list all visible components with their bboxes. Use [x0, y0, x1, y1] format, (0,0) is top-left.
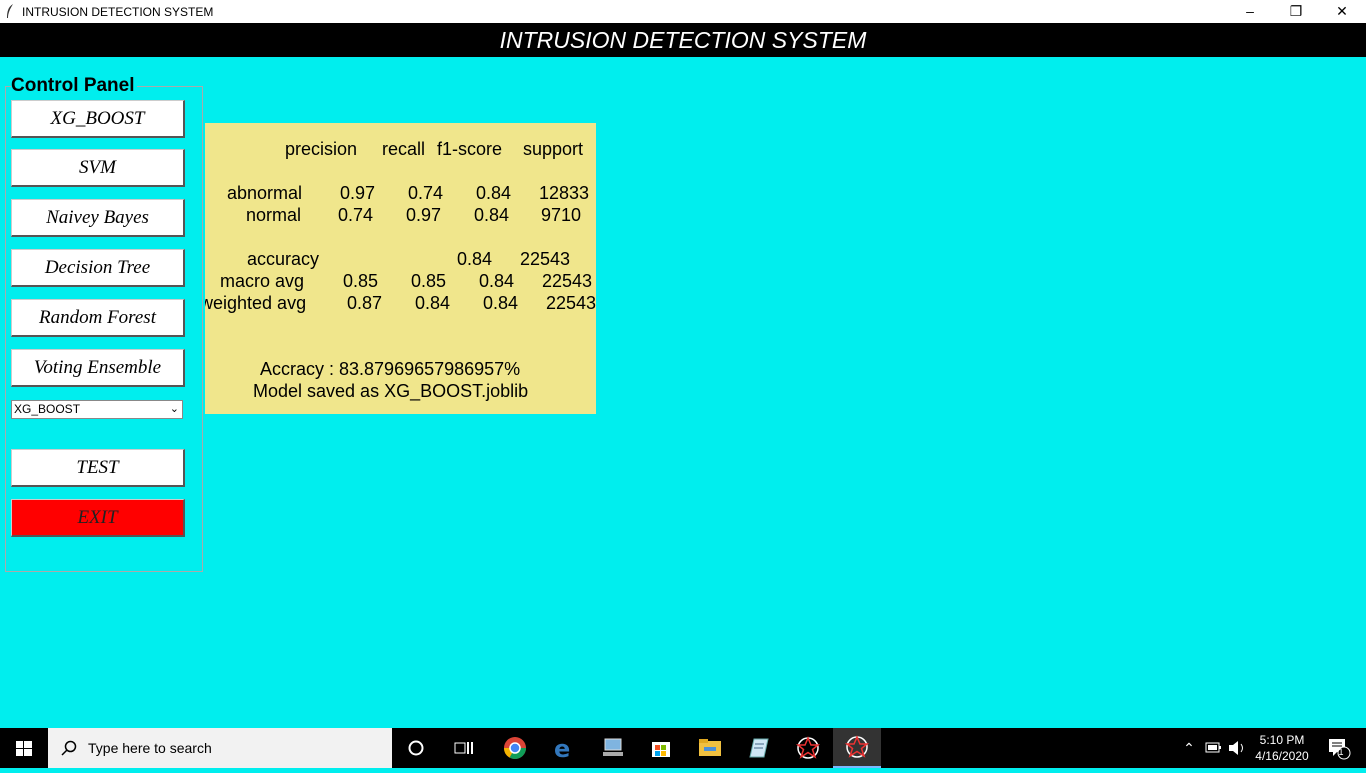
header-precision: precision — [285, 139, 358, 159]
header-f1-score: f1-score — [437, 139, 503, 159]
app-banner: INTRUSION DETECTION SYSTEM — [0, 23, 1366, 57]
weighted-avg-f1: 0.84 — [483, 293, 519, 313]
svm-button[interactable]: SVM — [11, 149, 185, 187]
clock-date: 4/16/2020 — [1255, 749, 1309, 763]
random-forest-button[interactable]: Random Forest — [11, 299, 185, 337]
taskbar: Type here to search e ⌃ 5:10 PM 4/16/202… — [0, 728, 1366, 768]
macro-avg-support: 22543 — [542, 271, 593, 291]
chrome-icon[interactable] — [491, 728, 539, 768]
clock-time: 5:10 PM — [1259, 733, 1305, 747]
battery-icon[interactable] — [1203, 728, 1223, 768]
row-f1: 0.84 — [474, 205, 510, 225]
notification-count: 1 — [1338, 747, 1344, 757]
start-button[interactable] — [0, 728, 48, 768]
naive-bayes-button[interactable]: Naivey Bayes — [11, 199, 185, 237]
weighted-avg-recall: 0.84 — [415, 293, 451, 313]
chevron-down-icon[interactable]: ⌄ — [170, 401, 179, 418]
row-f1: 0.84 — [476, 183, 512, 203]
row-label: normal — [246, 205, 302, 225]
header-support: support — [523, 139, 584, 159]
window-titlebar: INTRUSION DETECTION SYSTEM – ❐ ✕ — [0, 0, 1366, 23]
python-app-icon[interactable] — [784, 728, 832, 768]
action-center-button[interactable]: 1 — [1318, 728, 1358, 768]
close-button[interactable]: ✕ — [1319, 0, 1365, 23]
row-support: 12833 — [539, 183, 590, 203]
window-title: INTRUSION DETECTION SYSTEM — [22, 5, 214, 19]
chevron-up-icon[interactable]: ⌃ — [1180, 728, 1198, 768]
macro-avg-recall: 0.85 — [411, 271, 447, 291]
taskbar-search[interactable]: Type here to search — [48, 728, 392, 768]
search-placeholder: Type here to search — [88, 740, 212, 756]
file-explorer-icon[interactable] — [686, 728, 734, 768]
feather-icon — [7, 4, 13, 18]
model-select[interactable]: XG_BOOST ⌄ — [11, 400, 183, 419]
macro-avg-precision: 0.85 — [343, 271, 379, 291]
voting-ensemble-button[interactable]: Voting Ensemble — [11, 349, 185, 387]
row-precision: 0.74 — [338, 205, 374, 225]
control-panel-title: Control Panel — [11, 75, 137, 97]
network-computer-icon[interactable] — [589, 728, 637, 768]
notepad-icon[interactable] — [735, 728, 783, 768]
search-icon — [61, 740, 77, 756]
row-recall: 0.74 — [408, 183, 444, 203]
model-saved-message: Model saved as XG_BOOST.joblib — [253, 381, 529, 401]
clock[interactable]: 5:10 PM 4/16/2020 — [1252, 728, 1312, 768]
classification-report: precision recall f1-score support abnorm… — [205, 123, 596, 414]
accuracy-result: Accracy : 83.87969657986957% — [260, 359, 521, 379]
python-app-active-icon[interactable] — [833, 728, 881, 768]
windows-icon — [16, 741, 32, 756]
weighted-avg-support: 22543 — [546, 293, 596, 313]
macro-avg-label: macro avg — [220, 271, 305, 291]
edge-icon[interactable]: e — [540, 728, 588, 768]
model-select-value: XG_BOOST — [14, 402, 81, 416]
row-precision: 0.97 — [340, 183, 376, 203]
svg-text:e: e — [554, 736, 570, 760]
row-label: abnormal — [227, 183, 303, 203]
exit-button[interactable]: EXIT — [11, 499, 185, 537]
row-recall: 0.97 — [406, 205, 442, 225]
volume-icon[interactable] — [1226, 728, 1248, 768]
maximize-button[interactable]: ❐ — [1273, 0, 1319, 23]
task-view-icon[interactable] — [440, 728, 488, 768]
xgboost-button[interactable]: XG_BOOST — [11, 100, 185, 138]
decision-tree-button[interactable]: Decision Tree — [11, 249, 185, 287]
macro-avg-f1: 0.84 — [479, 271, 515, 291]
header-recall: recall — [382, 139, 426, 159]
accuracy-f1: 0.84 — [457, 249, 493, 269]
accuracy-label: accuracy — [247, 249, 320, 269]
weighted-avg-precision: 0.87 — [347, 293, 383, 313]
minimize-button[interactable]: – — [1227, 0, 1273, 23]
weighted-avg-label: weighted avg — [205, 293, 307, 313]
cortana-icon[interactable] — [392, 728, 440, 768]
accuracy-support: 22543 — [520, 249, 571, 269]
store-icon[interactable] — [637, 728, 685, 768]
test-button[interactable]: TEST — [11, 449, 185, 487]
row-support: 9710 — [541, 205, 582, 225]
